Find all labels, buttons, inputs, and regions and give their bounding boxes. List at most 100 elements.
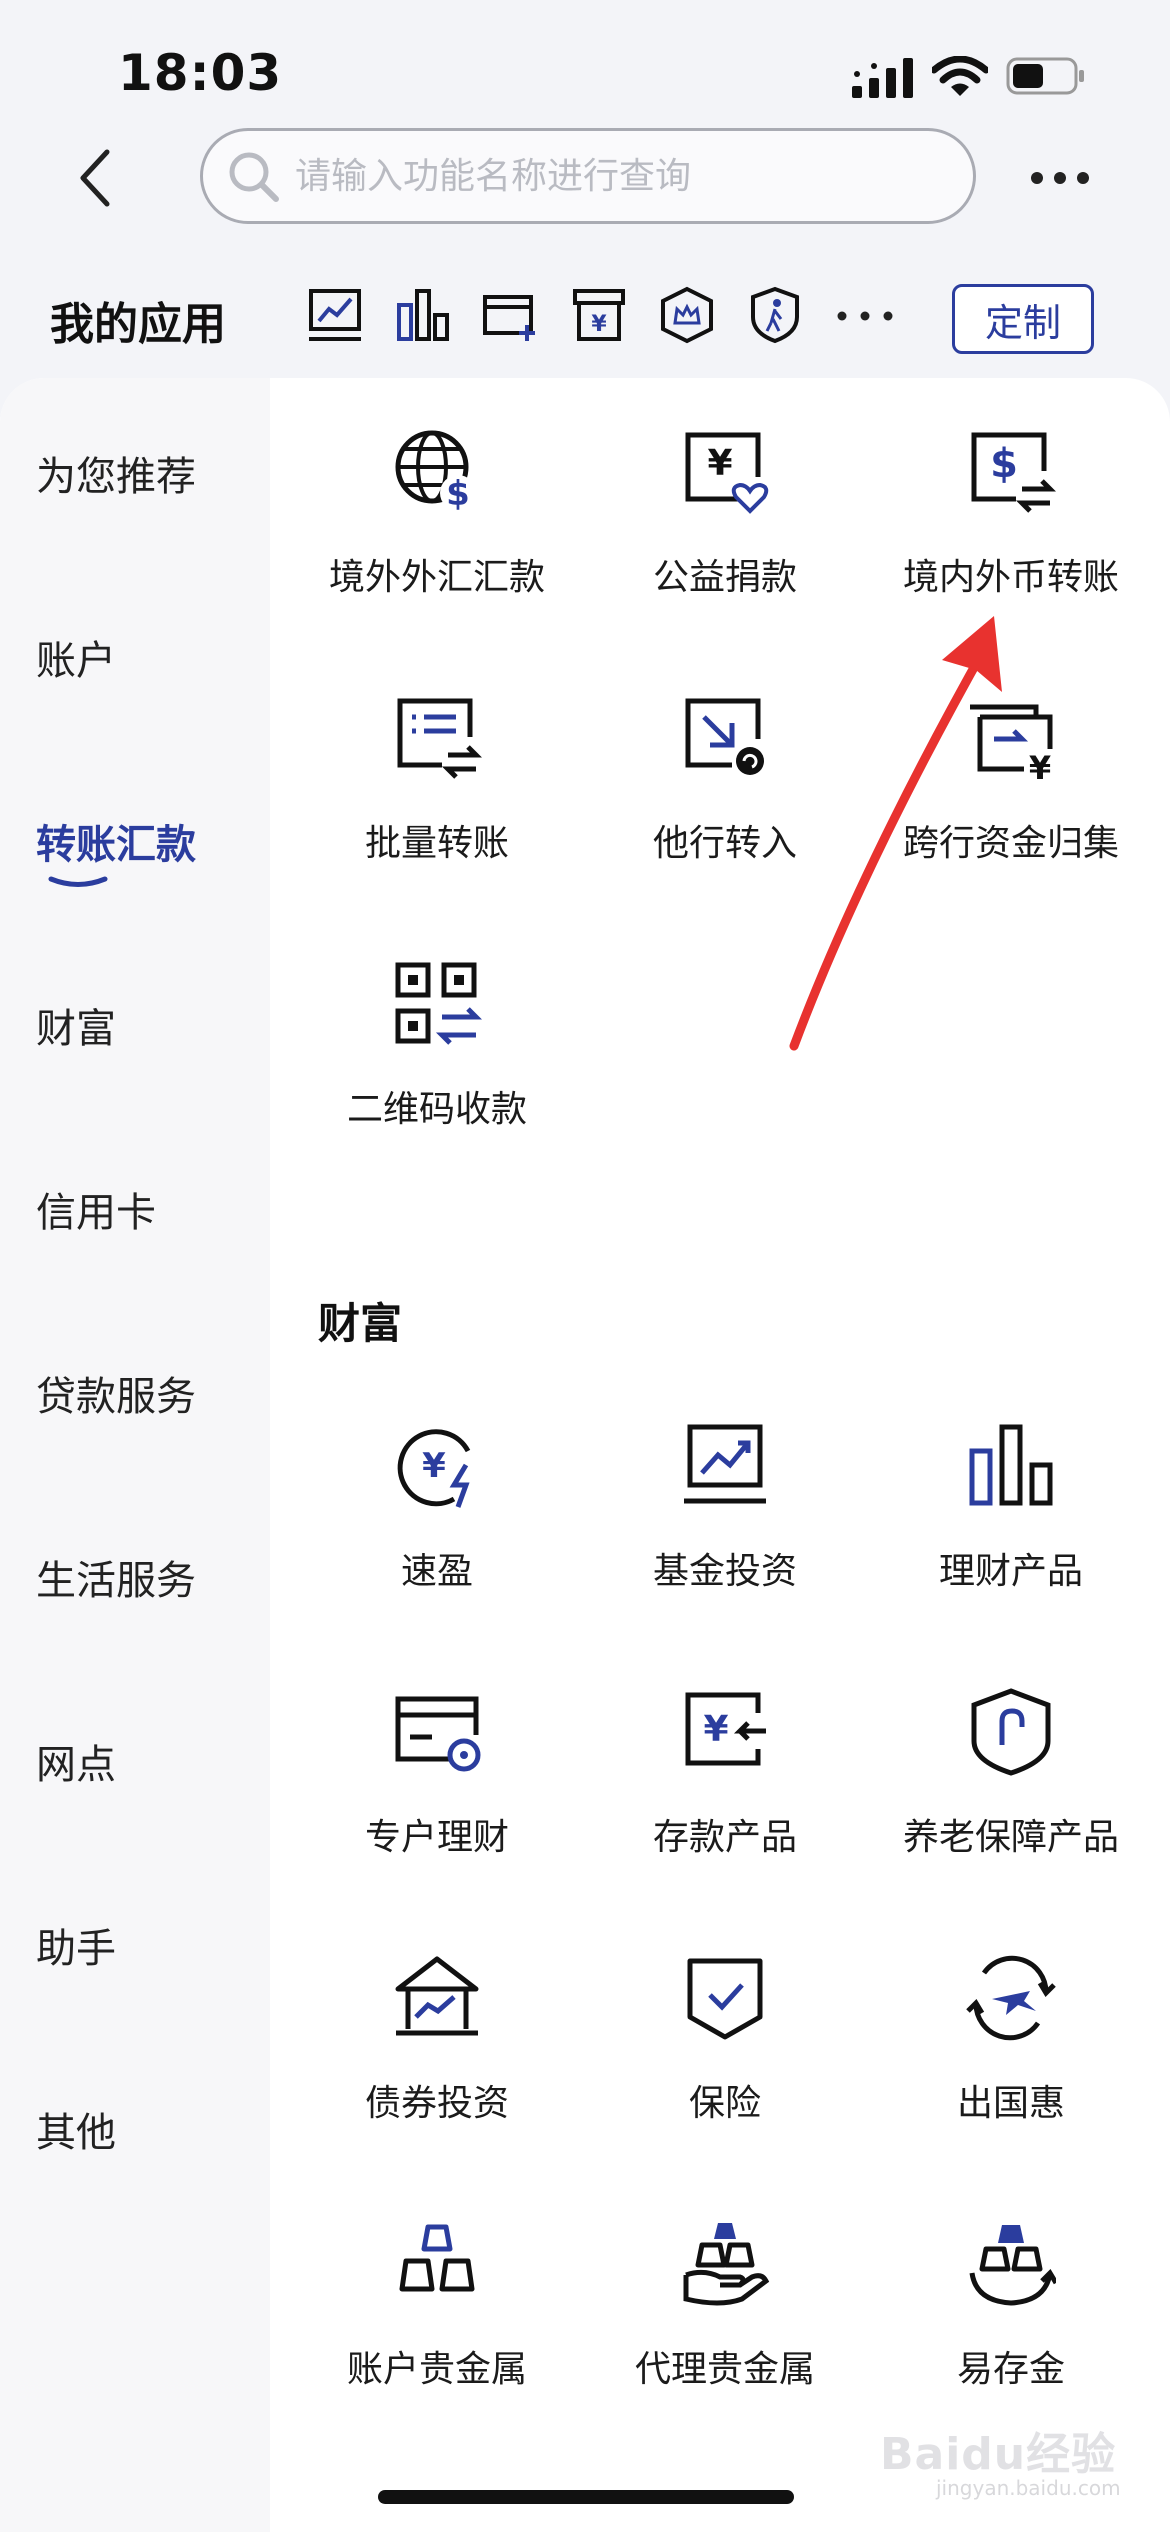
battery-icon xyxy=(1006,57,1084,95)
grid-item-pension[interactable]: 养老保障产品 xyxy=(866,1684,1156,1884)
signal-icon xyxy=(852,58,913,98)
grid-item-label: 速盈 xyxy=(400,1551,473,1592)
svg-text:¥: ¥ xyxy=(707,443,732,484)
sidebar-item-assistant[interactable]: 助手 xyxy=(36,1916,116,1974)
bond-house-icon xyxy=(395,1956,479,2036)
fund-collect-icon: ¥ xyxy=(970,704,1053,783)
quick-yuan-icon: ¥ xyxy=(397,1429,471,1508)
quick-yuan-box-icon[interactable]: ¥ xyxy=(566,282,632,348)
customize-button[interactable]: 定制 xyxy=(952,284,1094,354)
grid-item-label: 他行转入 xyxy=(652,823,797,864)
status-time: 18:03 xyxy=(118,44,283,102)
grid-item-label: 专户理财 xyxy=(364,1817,509,1858)
grid-item-bond[interactable]: 债券投资 xyxy=(292,1950,582,2150)
dollar-exchange-icon: $ xyxy=(971,432,1056,513)
grid-item-label: 境内外币转账 xyxy=(902,557,1119,598)
home-indicator xyxy=(378,2490,794,2504)
svg-text:¥: ¥ xyxy=(1029,749,1051,783)
sidebar-item-branch[interactable]: 网点 xyxy=(36,1732,116,1790)
grid-item-label: 保险 xyxy=(688,2083,761,2124)
grid-item-label: 养老保障产品 xyxy=(902,1817,1119,1858)
card-icon xyxy=(395,1696,481,1772)
grid-item-wealth-products[interactable]: 理财产品 xyxy=(866,1418,1156,1618)
pension-shield-icon xyxy=(971,1688,1051,1776)
bar-chart-icon xyxy=(969,1424,1053,1506)
more-dots-icon xyxy=(1031,172,1089,184)
insurance-check-icon xyxy=(687,1958,763,2040)
gold-hand-icon xyxy=(683,2223,770,2306)
quick-bar-chart-icon[interactable] xyxy=(390,282,456,348)
sidebar-item-credit-card[interactable]: 信用卡 xyxy=(36,1180,156,1238)
grid-item-label: 出国惠 xyxy=(956,2083,1065,2124)
gold-cycle-icon xyxy=(969,2225,1056,2306)
grid-item-easy-gold[interactable]: 易存金 xyxy=(866,2216,1156,2416)
grid-item-label: 公益捐款 xyxy=(652,557,797,598)
grid-item-domestic-fx[interactable]: $ 境内外币转账 xyxy=(866,424,1156,624)
grid-item-fund-collect[interactable]: ¥ 跨行资金归集 xyxy=(866,690,1156,890)
grid-item-account-metal[interactable]: 账户贵金属 xyxy=(292,2216,582,2416)
grid-item-label: 存款产品 xyxy=(652,1817,797,1858)
search-icon xyxy=(229,152,279,202)
svg-text:¥: ¥ xyxy=(422,1446,446,1486)
my-apps-title: 我的应用 xyxy=(50,299,226,350)
sidebar-item-account[interactable]: 账户 xyxy=(36,628,116,686)
plane-icon xyxy=(966,1955,1056,2041)
svg-text:¥: ¥ xyxy=(591,312,607,337)
grid-item-label: 二维码收款 xyxy=(346,1089,527,1130)
svg-text:$: $ xyxy=(446,474,470,514)
sidebar-item-transfer[interactable]: 转账汇款 xyxy=(36,812,196,870)
grid-item-label: 批量转账 xyxy=(364,823,509,864)
baidu-watermark-url: jingyan.baidu.com xyxy=(936,2476,1121,2500)
grid-item-qr-receive[interactable]: 二维码收款 xyxy=(292,956,582,1156)
globe-dollar-icon: $ xyxy=(395,430,476,514)
sidebar-item-recommend[interactable]: 为您推荐 xyxy=(36,444,196,502)
grid-item-label: 理财产品 xyxy=(938,1551,1083,1592)
svg-text:$: $ xyxy=(990,441,1018,487)
grid-item-label: 账户贵金属 xyxy=(346,2349,527,2390)
yuan-heart-icon: ¥ xyxy=(685,432,769,514)
grid-item-label: 代理贵金属 xyxy=(634,2349,815,2390)
list-exchange-icon xyxy=(397,698,482,779)
grid-item-overseas-remit[interactable]: $ 境外外汇汇款 xyxy=(292,424,582,624)
search-box[interactable] xyxy=(200,128,976,224)
sidebar-item-life[interactable]: 生活服务 xyxy=(36,1548,196,1606)
grid-item-agency-metal[interactable]: 代理贵金属 xyxy=(580,2216,870,2416)
status-bar: 18:03 xyxy=(0,0,1170,140)
sidebar-item-other[interactable]: 其他 xyxy=(36,2100,116,2158)
quick-crown-shield-icon[interactable] xyxy=(654,282,720,348)
section-title-wealth: 财富 xyxy=(318,1299,403,1348)
more-button[interactable] xyxy=(1020,150,1100,206)
grid-item-deposit[interactable]: ¥ 存款产品 xyxy=(580,1684,870,1884)
quick-person-shield-icon[interactable] xyxy=(742,282,808,348)
grid-item-label: 境外外汇汇款 xyxy=(328,557,545,598)
sidebar-item-loan[interactable]: 贷款服务 xyxy=(36,1364,196,1422)
grid-item-suying[interactable]: ¥ 速盈 xyxy=(292,1418,582,1618)
grid-item-label: 易存金 xyxy=(956,2349,1065,2390)
chevron-left-icon xyxy=(80,149,110,207)
grid-item-label: 基金投资 xyxy=(652,1551,797,1592)
grid-item-charity[interactable]: ¥ 公益捐款 xyxy=(580,424,870,624)
category-sidebar xyxy=(0,378,270,2532)
grid-item-overseas-benefit[interactable]: 出国惠 xyxy=(866,1950,1156,2150)
wifi-icon xyxy=(932,56,988,96)
baidu-watermark: Baidu经验 xyxy=(880,2429,1117,2480)
quick-card-add-icon[interactable] xyxy=(478,282,544,348)
deposit-icon: ¥ xyxy=(685,1692,766,1766)
grid-item-other-bank-in[interactable]: 他行转入 xyxy=(580,690,870,890)
my-apps-quick-icons: ¥ xyxy=(302,282,808,348)
qr-code-icon xyxy=(395,962,482,1045)
active-tab-indicator xyxy=(48,876,108,887)
quick-more-icon[interactable] xyxy=(832,296,898,336)
grid-item-batch-transfer[interactable]: 批量转账 xyxy=(292,690,582,890)
grid-item-insurance[interactable]: 保险 xyxy=(580,1950,870,2150)
fund-chart-icon xyxy=(684,1424,766,1504)
grid-item-fund-invest[interactable]: 基金投资 xyxy=(580,1418,870,1618)
svg-text:¥: ¥ xyxy=(703,1709,728,1750)
grid-item-special-account[interactable]: 专户理财 xyxy=(292,1684,582,1884)
search-input[interactable] xyxy=(295,155,955,197)
quick-fund-chart-icon[interactable] xyxy=(302,282,368,348)
back-button[interactable] xyxy=(60,140,130,216)
grid-item-label: 债券投资 xyxy=(364,2083,509,2124)
sidebar-item-wealth[interactable]: 财富 xyxy=(36,996,116,1054)
transfer-in-icon xyxy=(685,698,764,775)
